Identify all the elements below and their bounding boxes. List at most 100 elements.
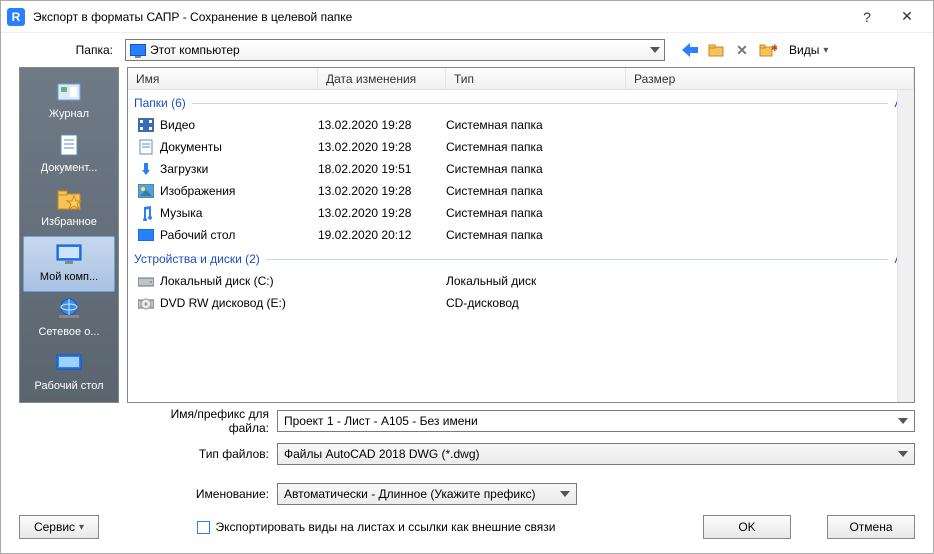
place-label: Рабочий стол <box>34 380 103 392</box>
item-type: Локальный диск <box>446 274 626 288</box>
filename-value: Проект 1 - Лист - A105 - Без имени <box>284 414 478 428</box>
chevron-down-icon <box>560 491 570 497</box>
place-label: Избранное <box>41 216 97 228</box>
new-folder-icon[interactable]: ✱ <box>759 41 777 59</box>
titlebar: R Экспорт в форматы САПР - Сохранение в … <box>1 1 933 33</box>
dialog-window: R Экспорт в форматы САПР - Сохранение в … <box>0 0 934 554</box>
dvd-icon <box>138 295 154 311</box>
filetype-value: Файлы AutoCAD 2018 DWG (*.dwg) <box>284 447 480 461</box>
downloads-icon <box>138 161 154 177</box>
list-item[interactable]: Изображения 13.02.2020 19:28 Системная п… <box>134 180 908 202</box>
item-date: 18.02.2020 19:51 <box>318 162 446 176</box>
filename-combo[interactable]: Проект 1 - Лист - A105 - Без имени <box>277 410 915 432</box>
list-item[interactable]: Локальный диск (C:) Локальный диск <box>134 270 908 292</box>
desktop-icon <box>54 350 84 376</box>
checkbox-label: Экспортировать виды на листах и ссылки к… <box>216 520 556 534</box>
export-links-checkbox[interactable]: Экспортировать виды на листах и ссылки к… <box>197 520 556 534</box>
scrollbar[interactable] <box>897 90 914 402</box>
cancel-button[interactable]: Отмена <box>827 515 915 539</box>
column-headers: Имя Дата изменения Тип Размер <box>128 68 914 90</box>
chevron-down-icon: ▾ <box>823 45 828 56</box>
item-name: Локальный диск (C:) <box>160 274 274 288</box>
back-icon[interactable] <box>681 41 699 59</box>
list-item[interactable]: Музыка 13.02.2020 19:28 Системная папка <box>134 202 908 224</box>
folder-label: Папка: <box>1 43 119 57</box>
bottom-bar: Сервис ▾ Экспортировать виды на листах и… <box>1 505 933 553</box>
item-type: Системная папка <box>446 140 626 154</box>
ok-button[interactable]: OK <box>703 515 791 539</box>
item-name: Музыка <box>160 206 202 220</box>
item-date: 19.02.2020 20:12 <box>318 228 446 242</box>
chevron-down-icon <box>898 451 908 457</box>
place-favorites[interactable]: Избранное <box>20 182 118 236</box>
group-drives[interactable]: Устройства и диски (2) ᐱ <box>134 252 908 266</box>
views-dropdown[interactable]: Виды ▾ <box>785 39 832 61</box>
folder-value: Этот компьютер <box>150 43 240 57</box>
list-item[interactable]: Загрузки 18.02.2020 19:51 Системная папк… <box>134 158 908 180</box>
item-name: DVD RW дисковод (E:) <box>160 296 286 310</box>
place-network[interactable]: Сетевое о... <box>20 292 118 346</box>
list-item[interactable]: DVD RW дисковод (E:) CD-дисковод <box>134 292 908 314</box>
service-button[interactable]: Сервис ▾ <box>19 515 99 539</box>
close-button[interactable]: ✕ <box>887 2 927 32</box>
form-area: Имя/префикс для файла: Проект 1 - Лист -… <box>1 403 933 505</box>
pictures-icon <box>138 183 154 199</box>
group-folders[interactable]: Папки (6) ᐱ <box>134 96 908 110</box>
window-title: Экспорт в форматы САПР - Сохранение в це… <box>33 10 847 24</box>
place-label: Сетевое о... <box>38 326 99 338</box>
delete-icon[interactable]: ✕ <box>733 41 751 59</box>
list-item[interactable]: Видео 13.02.2020 19:28 Системная папка <box>134 114 908 136</box>
place-label: Документ... <box>41 162 98 174</box>
item-date: 13.02.2020 19:28 <box>318 140 446 154</box>
hdd-icon <box>138 273 154 289</box>
item-name: Загрузки <box>160 162 208 176</box>
item-name: Видео <box>160 118 195 132</box>
place-desktop[interactable]: Рабочий стол <box>20 346 118 400</box>
toolbar-icons: ✕ ✱ Виды ▾ <box>681 39 832 61</box>
cancel-label: Отмена <box>849 520 892 534</box>
place-history[interactable]: Журнал <box>20 74 118 128</box>
documents-icon <box>54 132 84 158</box>
folder-toolbar: Папка: Этот компьютер ✕ ✱ Виды ▾ <box>1 33 933 67</box>
chevron-down-icon <box>898 418 908 424</box>
col-date[interactable]: Дата изменения <box>318 68 446 89</box>
item-type: Системная папка <box>446 184 626 198</box>
col-size[interactable]: Размер <box>626 68 914 89</box>
divider <box>192 103 889 104</box>
item-name: Изображения <box>160 184 235 198</box>
chevron-down-icon: ▾ <box>79 522 84 533</box>
document-icon <box>138 139 154 155</box>
ok-label: OK <box>738 520 755 534</box>
col-type[interactable]: Тип <box>446 68 626 89</box>
desktop-icon <box>138 227 154 243</box>
item-type: Системная папка <box>446 162 626 176</box>
filetype-label: Тип файлов: <box>129 447 269 461</box>
naming-combo[interactable]: Автоматически - Длинное (Укажите префикс… <box>277 483 577 505</box>
naming-value: Автоматически - Длинное (Укажите префикс… <box>284 487 536 501</box>
item-name: Рабочий стол <box>160 228 235 242</box>
filename-label: Имя/префикс для файла: <box>129 407 269 435</box>
checkbox-box <box>197 521 210 534</box>
history-icon <box>54 78 84 104</box>
place-label: Журнал <box>49 108 89 120</box>
video-icon <box>138 117 154 133</box>
item-date: 13.02.2020 19:28 <box>318 118 446 132</box>
place-my-computer[interactable]: Мой комп... <box>23 236 115 292</box>
folder-combo[interactable]: Этот компьютер <box>125 39 665 61</box>
list-item[interactable]: Документы 13.02.2020 19:28 Системная пап… <box>134 136 908 158</box>
favorites-icon <box>54 186 84 212</box>
item-name: Документы <box>160 140 222 154</box>
place-documents[interactable]: Документ... <box>20 128 118 182</box>
col-name[interactable]: Имя <box>128 68 318 89</box>
up-folder-icon[interactable] <box>707 41 725 59</box>
filetype-combo[interactable]: Файлы AutoCAD 2018 DWG (*.dwg) <box>277 443 915 465</box>
help-button[interactable]: ? <box>847 2 887 32</box>
group-folders-label: Папки (6) <box>134 96 186 110</box>
svg-text:✱: ✱ <box>771 43 777 53</box>
file-list[interactable]: Папки (6) ᐱ Видео 13.02.2020 19:28 Систе… <box>128 90 914 402</box>
list-item[interactable]: Рабочий стол 19.02.2020 20:12 Системная … <box>134 224 908 246</box>
this-pc-icon <box>130 44 146 56</box>
views-label: Виды <box>789 43 819 57</box>
divider <box>266 259 889 260</box>
computer-icon <box>54 241 84 267</box>
